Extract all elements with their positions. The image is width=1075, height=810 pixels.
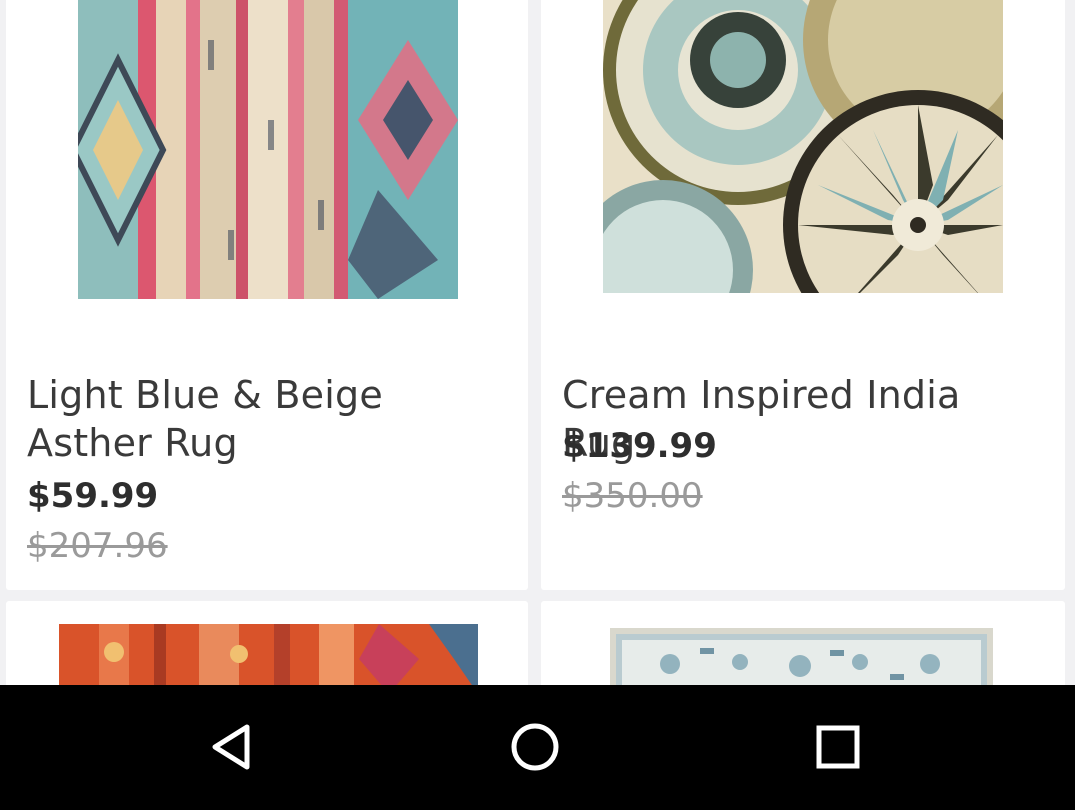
product-image-cream-inspired-india-rug[interactable] xyxy=(603,0,1003,293)
recents-button[interactable] xyxy=(798,711,878,783)
product-original-price: $207.96 xyxy=(27,526,168,566)
product-card[interactable] xyxy=(6,601,528,685)
home-circle-icon xyxy=(511,723,559,771)
product-image-orange-rug[interactable] xyxy=(59,624,478,685)
system-navigation-bar xyxy=(0,685,1075,810)
product-card[interactable] xyxy=(541,601,1065,685)
back-triangle-icon xyxy=(212,724,250,770)
product-image-blue-white-rug[interactable] xyxy=(610,628,993,685)
product-grid: Light Blue & Beige Asther Rug $59.99 $20… xyxy=(0,0,1075,685)
product-original-price: $350.00 xyxy=(562,476,703,516)
recents-square-icon xyxy=(816,725,860,769)
product-title[interactable]: Light Blue & Beige Asther Rug xyxy=(27,371,507,467)
product-price: $59.99 xyxy=(27,476,159,516)
product-card[interactable]: Cream Inspired India Rug $139.99 $350.00 xyxy=(541,0,1065,590)
product-card[interactable]: Light Blue & Beige Asther Rug $59.99 $20… xyxy=(6,0,528,590)
home-button[interactable] xyxy=(495,711,575,783)
back-button[interactable] xyxy=(193,711,273,783)
product-image-light-blue-beige-asther-rug[interactable] xyxy=(78,0,458,299)
product-price: $139.99 xyxy=(562,426,717,466)
